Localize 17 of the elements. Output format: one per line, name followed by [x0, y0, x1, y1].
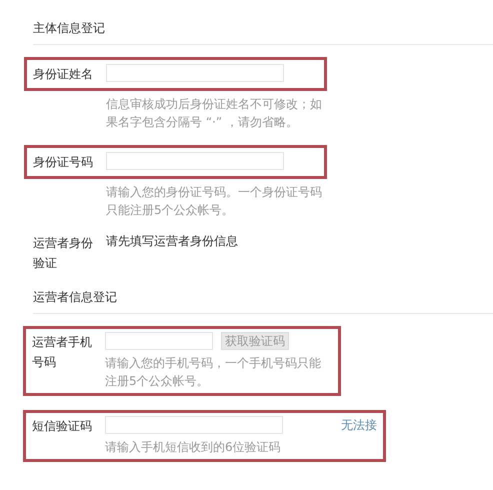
field-label: 运营者手机号码	[32, 334, 93, 371]
help-link[interactable]: 无法接	[341, 416, 377, 434]
input-field[interactable]	[106, 152, 284, 170]
field-label: 身份证号码	[33, 154, 94, 171]
hint-text: 请输入手机短信收到的6位验证码	[105, 439, 282, 456]
field-label: 短信验证码	[32, 418, 93, 435]
input-field[interactable]	[106, 64, 284, 82]
input-field[interactable]	[105, 416, 283, 434]
hint-text: 请输入您的手机号码，一个手机号码只能注册5个公众帐号。	[105, 355, 322, 390]
field-value: 请先填写运营者身份信息	[106, 233, 238, 250]
section-title: 主体信息登记	[33, 20, 106, 37]
field-label: 运营者身份验证	[33, 235, 94, 272]
input-field[interactable]	[105, 332, 213, 350]
section-title: 运营者信息登记	[33, 289, 118, 306]
hint-text: 信息审核成功后身份证姓名不可修改；如果名字包含分隔号 “·” ，请勿省略。	[106, 96, 323, 131]
hint-text: 请输入您的身份证号码。一个身份证号码只能注册5个公众帐号。	[106, 184, 323, 219]
field-label: 身份证姓名	[33, 66, 94, 83]
